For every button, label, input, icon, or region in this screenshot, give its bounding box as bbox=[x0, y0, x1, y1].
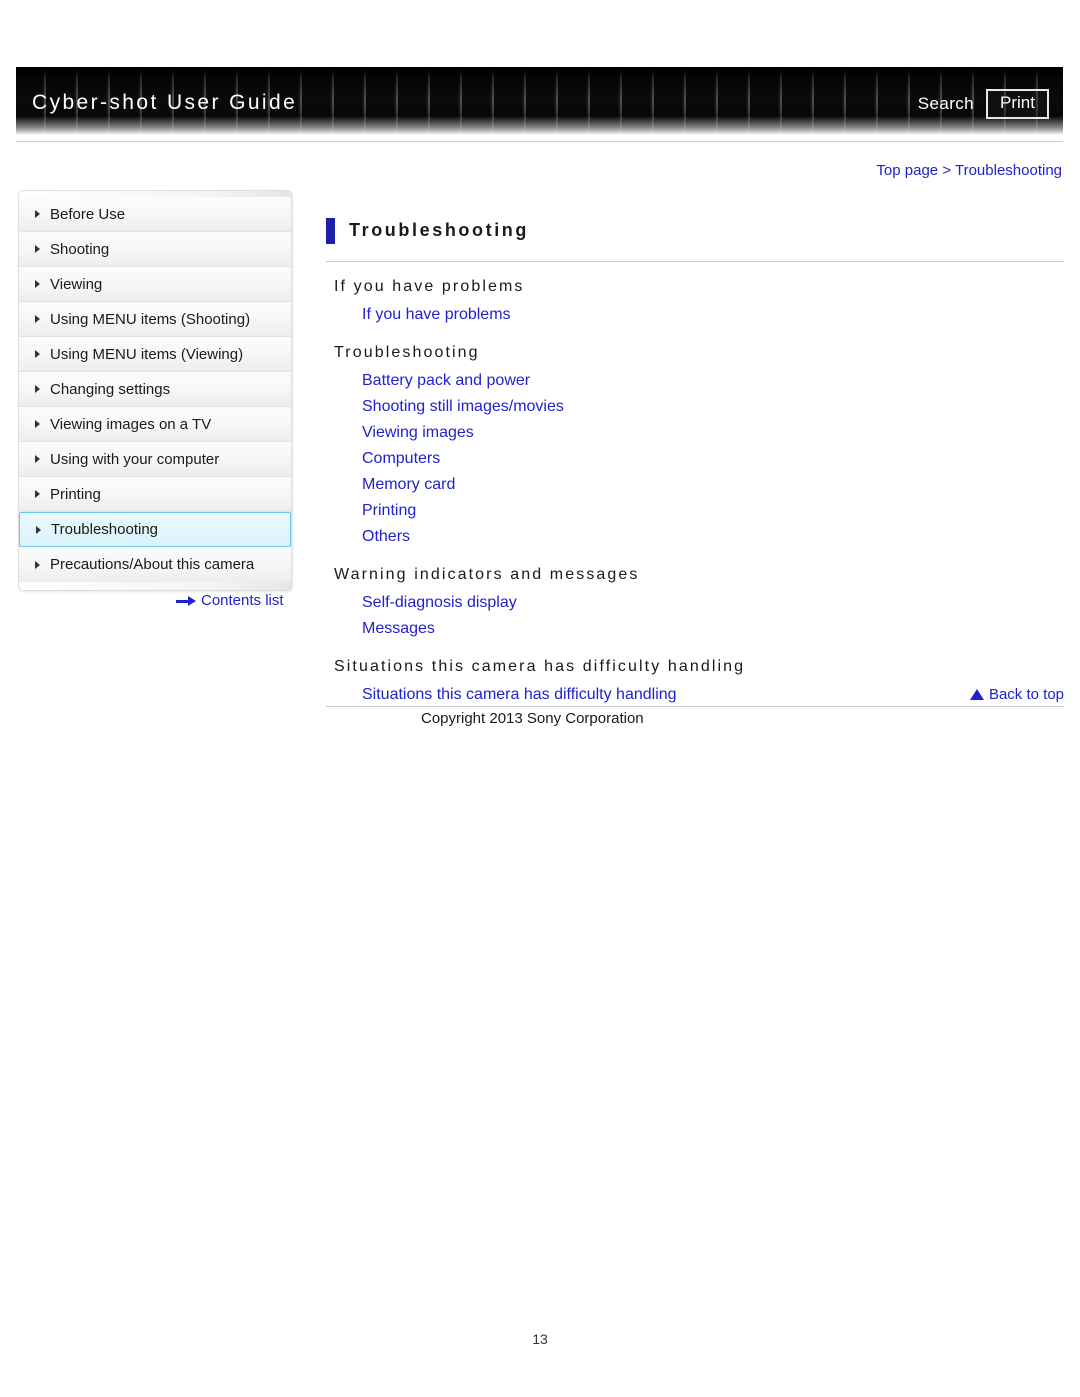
breadcrumb: Top page > Troubleshooting bbox=[876, 162, 1062, 179]
triangle-right-icon bbox=[35, 245, 40, 253]
page-title-row: Troubleshooting bbox=[326, 208, 1064, 263]
section-heading: Warning indicators and messages bbox=[334, 566, 640, 584]
title-accent-bar-icon bbox=[326, 217, 335, 244]
section-link-list: Self-diagnosis display Messages bbox=[326, 590, 1064, 642]
sidebar-item-changing-settings[interactable]: Changing settings bbox=[19, 372, 291, 407]
content-section: Situations this camera has difficulty ha… bbox=[326, 658, 1064, 708]
content-link[interactable]: Battery pack and power bbox=[362, 368, 530, 394]
sidebar-item-using-with-your-computer[interactable]: Using with your computer bbox=[19, 442, 291, 477]
sidebar-item-viewing[interactable]: Viewing bbox=[19, 267, 291, 302]
sidebar-item-printing[interactable]: Printing bbox=[19, 477, 291, 512]
triangle-right-icon bbox=[35, 420, 40, 428]
list-item: Battery pack and power bbox=[326, 368, 1064, 394]
sidebar-item-label: Viewing images on a TV bbox=[50, 415, 212, 433]
triangle-right-icon bbox=[35, 280, 40, 288]
triangle-right-icon bbox=[36, 525, 41, 534]
content-link[interactable]: Viewing images bbox=[362, 420, 474, 446]
sidebar-item-label: Changing settings bbox=[50, 380, 171, 398]
page-title: Troubleshooting bbox=[349, 220, 529, 241]
sidebar-item-label: Viewing bbox=[50, 275, 103, 293]
list-item: Shooting still images/movies bbox=[326, 394, 1064, 420]
header-actions: Search Print bbox=[918, 89, 1049, 119]
list-item: Self-diagnosis display bbox=[326, 590, 1064, 616]
sidebar-item-label: Before Use bbox=[50, 205, 126, 223]
list-item: Printing bbox=[326, 498, 1064, 524]
footer-divider bbox=[326, 706, 1064, 707]
arrow-right-icon bbox=[176, 596, 196, 606]
content-link[interactable]: Situations this camera has difficulty ha… bbox=[362, 682, 677, 708]
site-title: Cyber-shot User Guide bbox=[32, 91, 298, 114]
sidebar-item-before-use[interactable]: Before Use bbox=[19, 197, 291, 232]
triangle-right-icon bbox=[35, 315, 40, 323]
copyright-text: Copyright 2013 Sony Corporation bbox=[421, 710, 644, 727]
main-content: Troubleshooting If you have problems If y… bbox=[326, 208, 1064, 708]
content-link[interactable]: Self-diagnosis display bbox=[362, 590, 517, 616]
section-link-list: If you have problems bbox=[326, 302, 1064, 328]
breadcrumb-separator: > bbox=[942, 162, 952, 179]
content-link[interactable]: Computers bbox=[362, 446, 440, 472]
content-sections: If you have problems If you have problems… bbox=[326, 278, 1064, 708]
sidebar-item-label: Precautions/About this camera bbox=[50, 556, 255, 573]
content-link[interactable]: Messages bbox=[362, 616, 435, 642]
section-heading: Situations this camera has difficulty ha… bbox=[334, 658, 746, 676]
content-link[interactable]: Memory card bbox=[362, 472, 455, 498]
list-item: Others bbox=[326, 524, 1064, 550]
list-item: If you have problems bbox=[326, 302, 1064, 328]
sidebar-item-label: Using with your computer bbox=[50, 450, 220, 468]
breadcrumb-top-page[interactable]: Top page bbox=[876, 162, 938, 179]
print-button[interactable]: Print bbox=[986, 89, 1049, 119]
triangle-up-icon bbox=[969, 689, 984, 700]
triangle-right-icon bbox=[35, 350, 40, 358]
contents-list-label: Contents list bbox=[201, 592, 284, 609]
sidebar-item-viewing-images-on-a-tv[interactable]: Viewing images on a TV bbox=[19, 407, 291, 442]
section-heading: If you have problems bbox=[334, 278, 525, 296]
content-link[interactable]: Printing bbox=[362, 498, 416, 524]
page-number: 13 bbox=[532, 1331, 548, 1347]
sidebar-item-label: Shooting bbox=[50, 240, 110, 258]
sidebar-nav: Before Use Shooting Viewing Using MENU item… bbox=[18, 190, 292, 591]
triangle-right-icon bbox=[35, 210, 40, 218]
content-link[interactable]: If you have problems bbox=[362, 302, 511, 328]
back-to-top-label: Back to top bbox=[988, 686, 1064, 703]
content-section: Warning indicators and messages Self-diag… bbox=[326, 566, 1064, 642]
breadcrumb-current[interactable]: Troubleshooting bbox=[955, 162, 1062, 179]
list-item: Messages bbox=[326, 616, 1064, 642]
site-header: Cyber-shot User Guide Search Print bbox=[16, 67, 1063, 135]
section-link-list: Battery pack and power Shooting still ima… bbox=[326, 368, 1064, 550]
list-item: Memory card bbox=[326, 472, 1064, 498]
content-link[interactable]: Others bbox=[362, 524, 410, 550]
sidebar-item-troubleshooting[interactable]: Troubleshooting bbox=[19, 512, 291, 547]
triangle-right-icon bbox=[35, 490, 40, 498]
header-top-shadow bbox=[16, 67, 1063, 77]
content-section: If you have problems If you have problems bbox=[326, 278, 1064, 328]
search-link[interactable]: Search bbox=[918, 94, 974, 114]
triangle-right-icon bbox=[35, 385, 40, 393]
header-divider bbox=[16, 141, 1063, 142]
sidebar-item-using-menu-items-shooting[interactable]: Using MENU items (Shooting) bbox=[19, 302, 291, 337]
sidebar-item-label: Using MENU items (Viewing) bbox=[50, 345, 244, 363]
sidebar-item-using-menu-items-viewing[interactable]: Using MENU items (Viewing) bbox=[19, 337, 291, 372]
list-item: Viewing images bbox=[326, 420, 1064, 446]
content-section: Troubleshooting Battery pack and power Sho… bbox=[326, 344, 1064, 550]
sidebar-item-label: Printing bbox=[50, 485, 101, 503]
content-link[interactable]: Shooting still images/movies bbox=[362, 394, 564, 420]
triangle-right-icon bbox=[35, 560, 40, 569]
back-to-top-link[interactable]: Back to top bbox=[969, 686, 1064, 703]
section-heading: Troubleshooting bbox=[334, 344, 480, 362]
sidebar-item-label: Using MENU items (Shooting) bbox=[50, 310, 251, 328]
section-link-list: Situations this camera has difficulty ha… bbox=[326, 682, 1064, 708]
sidebar-item-label: Troubleshooting bbox=[51, 521, 159, 538]
list-item: Situations this camera has difficulty ha… bbox=[326, 682, 1064, 708]
contents-list-link[interactable]: Contents list bbox=[176, 592, 284, 609]
list-item: Computers bbox=[326, 446, 1064, 472]
triangle-right-icon bbox=[35, 455, 40, 463]
sidebar-item-shooting[interactable]: Shooting bbox=[19, 232, 291, 267]
sidebar-item-precautions-about-this-camera[interactable]: Precautions/About this camera bbox=[19, 547, 291, 582]
